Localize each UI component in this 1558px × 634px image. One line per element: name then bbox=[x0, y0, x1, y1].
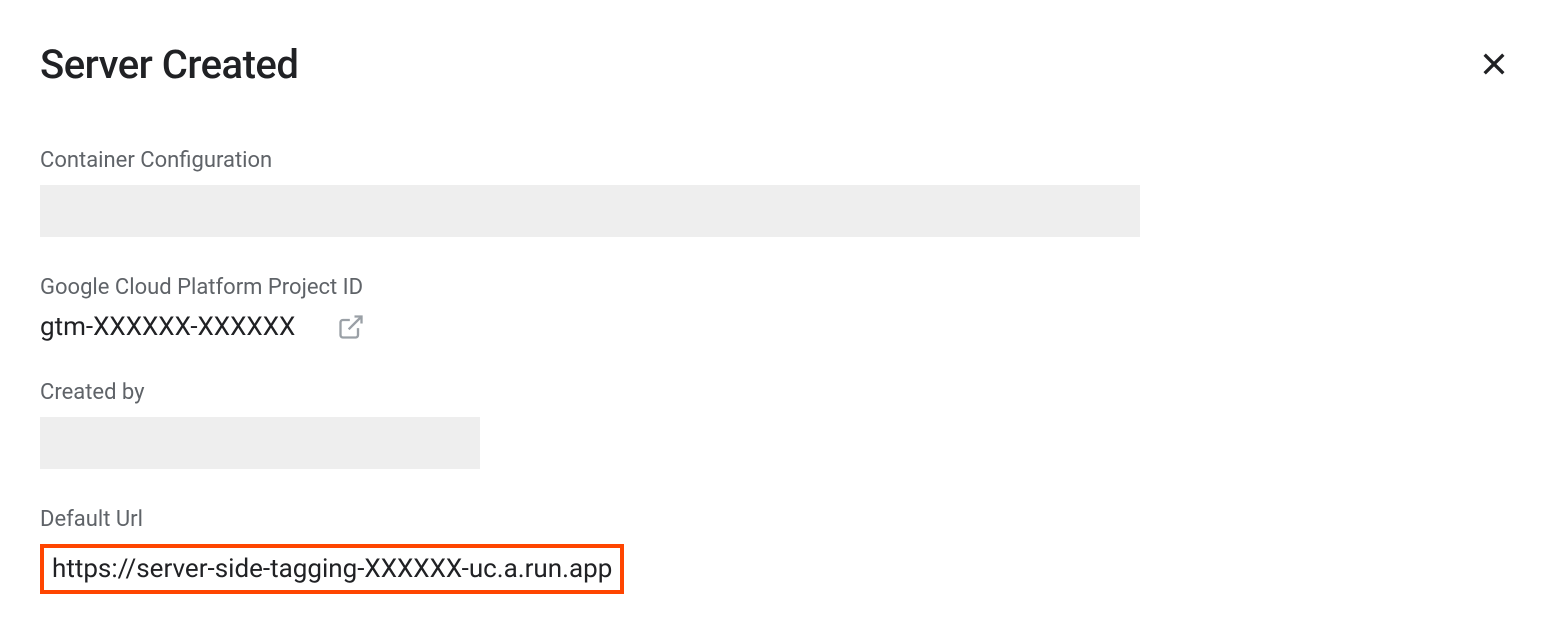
container-config-label: Container Configuration bbox=[40, 148, 1518, 173]
project-id-field: Google Cloud Platform Project ID gtm-XXX… bbox=[40, 275, 1518, 342]
open-external-button[interactable] bbox=[337, 313, 365, 341]
created-by-field: Created by bbox=[40, 380, 1518, 469]
container-config-field: Container Configuration bbox=[40, 148, 1518, 237]
default-url-value: https://server-side-tagging-XXXXXX-uc.a.… bbox=[40, 544, 624, 594]
project-id-label: Google Cloud Platform Project ID bbox=[40, 275, 1518, 300]
container-config-value-redacted bbox=[40, 185, 1140, 237]
created-by-label: Created by bbox=[40, 380, 1518, 405]
default-url-field: Default Url https://server-side-tagging-… bbox=[40, 507, 1518, 594]
close-icon bbox=[1478, 48, 1510, 80]
default-url-label: Default Url bbox=[40, 507, 1518, 532]
external-link-icon bbox=[337, 313, 365, 341]
dialog-title: Server Created bbox=[40, 41, 298, 88]
close-button[interactable] bbox=[1470, 40, 1518, 88]
created-by-value-redacted bbox=[40, 417, 480, 469]
dialog-header: Server Created bbox=[40, 40, 1518, 88]
project-id-row: gtm-XXXXXX-XXXXXX bbox=[40, 312, 1518, 342]
project-id-value: gtm-XXXXXX-XXXXXX bbox=[40, 312, 295, 342]
